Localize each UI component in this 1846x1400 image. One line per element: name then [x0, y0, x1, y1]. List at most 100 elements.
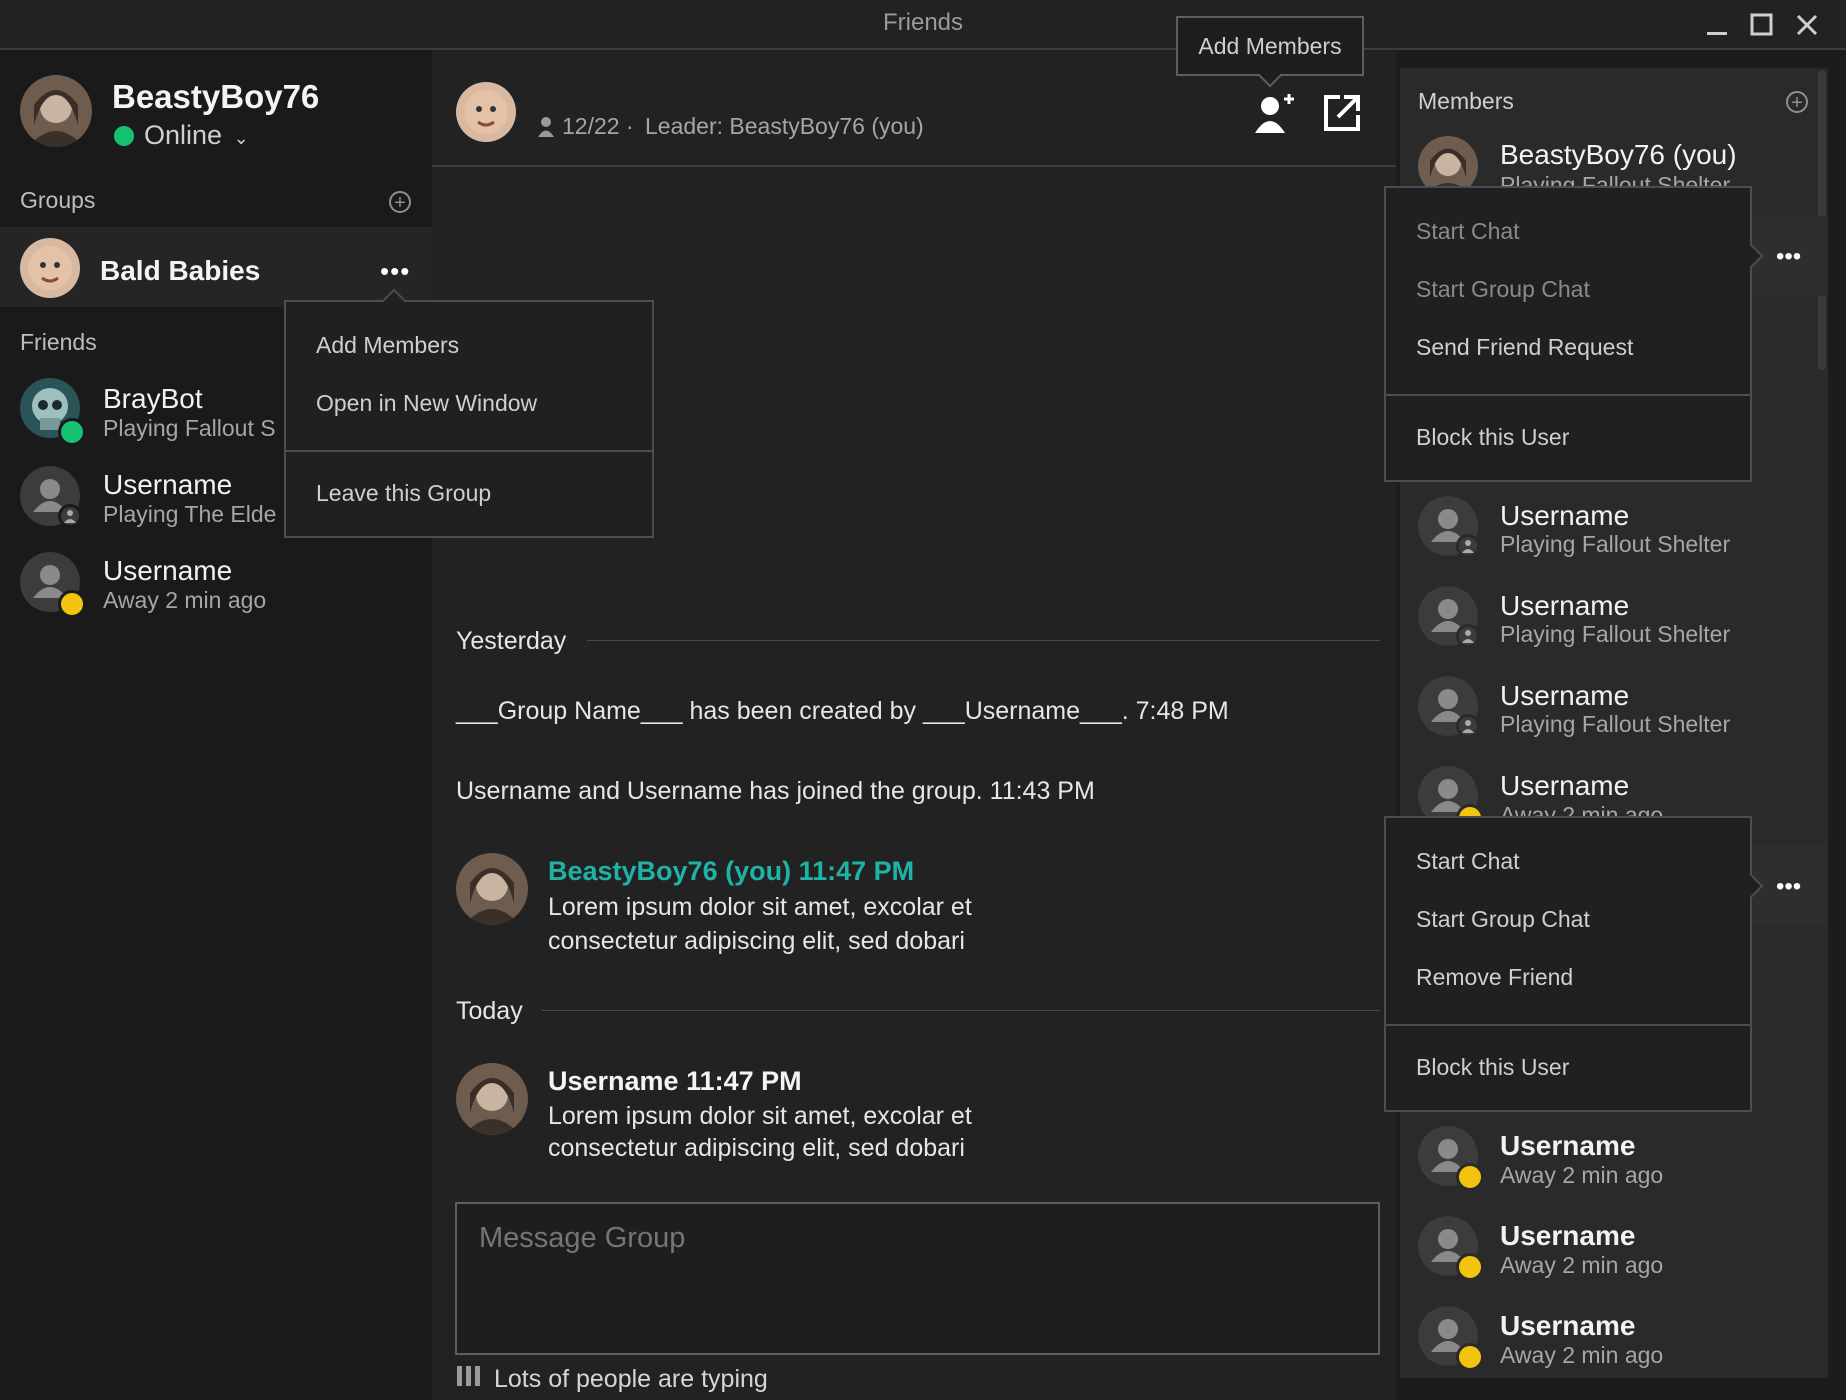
members-label: Members: [1418, 88, 1514, 114]
member-status-clip: Playing Fallout Shelter: [1400, 172, 1818, 186]
more-options-icon[interactable]: •••: [1776, 243, 1801, 271]
day-label-today: Today: [456, 997, 523, 1025]
message-author: BeastyBoy76 (you) 11:47 PM: [548, 856, 915, 886]
baby-photo-icon: [464, 90, 508, 134]
away-status-icon: [1456, 1253, 1484, 1281]
more-options-icon[interactable]: •••: [380, 256, 410, 287]
member-count: 12/22: [562, 113, 620, 139]
chat-group-avatar: [456, 82, 516, 142]
menu-item-open-new-window[interactable]: Open in New Window: [316, 390, 537, 417]
member-status: Playing Fallout Shelter: [1500, 621, 1731, 647]
menu-item-start-group-chat[interactable]: Start Group Chat: [1416, 276, 1590, 303]
tooltip-arrow: [1258, 74, 1282, 88]
member-name: Username: [1500, 680, 1630, 711]
close-button[interactable]: [1792, 10, 1822, 40]
day-divider: [587, 640, 1380, 641]
menu-divider: [1386, 1024, 1750, 1026]
open-new-window-button[interactable]: [1322, 93, 1362, 138]
minimize-button[interactable]: [1702, 10, 1732, 40]
separator-dot: ·: [626, 113, 634, 139]
offline-status-icon: [1456, 624, 1480, 648]
menu-item-start-chat[interactable]: Start Chat: [1416, 848, 1520, 875]
more-options-icon[interactable]: •••: [1776, 873, 1801, 901]
offline-status-icon: [1456, 534, 1480, 558]
add-members-button[interactable]: [1254, 93, 1296, 140]
typing-indicator: Lots of people are typing: [494, 1365, 768, 1393]
group-avatar: [20, 238, 80, 298]
day-divider: [542, 1010, 1380, 1011]
offline-status-icon: [1456, 714, 1480, 738]
message-text: consectetur adipiscing elit, sed dobari: [548, 1134, 965, 1162]
member-name: Username: [1500, 500, 1630, 531]
friends-label: Friends: [20, 329, 97, 355]
member-status: Away 2 min ago: [1500, 1252, 1664, 1278]
member-status: Playing Fallout Shelter: [1500, 172, 1731, 186]
system-message: Username and Username has joined the gro…: [456, 777, 1095, 805]
menu-item-start-group-chat[interactable]: Start Group Chat: [1416, 906, 1590, 933]
menu-item-send-friend-request[interactable]: Send Friend Request: [1416, 334, 1633, 361]
close-icon: [1796, 14, 1818, 36]
menu-item-leave-group[interactable]: Leave this Group: [316, 480, 491, 507]
online-status-icon: [114, 126, 134, 146]
chevron-down-icon: ⌄: [233, 128, 249, 148]
online-status-icon: [58, 418, 86, 446]
message-input[interactable]: [455, 1202, 1380, 1355]
add-group-icon[interactable]: +: [389, 191, 411, 214]
member-status: Away 2 min ago: [1500, 1342, 1664, 1368]
status-selector[interactable]: Online ⌄: [144, 120, 249, 151]
menu-item-add-members[interactable]: Add Members: [316, 332, 459, 359]
add-member-icon[interactable]: +: [1786, 91, 1808, 114]
minimize-icon: [1707, 32, 1727, 35]
window-title: Friends: [882, 9, 964, 36]
maximize-button[interactable]: [1747, 10, 1777, 40]
offline-status-icon: [58, 504, 82, 528]
away-status-icon: [58, 590, 86, 618]
member-status: Playing Fallout Shelter: [1500, 711, 1731, 737]
menu-item-remove-friend[interactable]: Remove Friend: [1416, 964, 1573, 991]
menu-pointer: [1750, 244, 1764, 268]
message-avatar[interactable]: [456, 853, 528, 925]
profile-username: BeastyBoy76: [112, 78, 320, 115]
menu-divider: [286, 450, 652, 452]
profile-avatar[interactable]: [20, 75, 92, 147]
message-text: Lorem ipsum dolor sit amet, excolar et: [548, 893, 972, 921]
menu-item-block-user[interactable]: Block this User: [1416, 1054, 1569, 1081]
member-status: Playing Fallout Shelter: [1500, 531, 1731, 557]
member-context-menu: Start Chat Start Group Chat Remove Frien…: [1384, 816, 1752, 1112]
user-photo-icon: [464, 868, 520, 925]
member-name: Username: [1500, 590, 1630, 621]
friend-name: BrayBot: [103, 383, 203, 414]
message-author: Username 11:47 PM: [548, 1066, 802, 1096]
member-status: Away 2 min ago: [1500, 802, 1664, 816]
typing-indicator-icon: [456, 1366, 482, 1391]
member-name: Username: [1500, 1130, 1636, 1161]
friend-name: Username: [103, 469, 233, 500]
user-photo-icon: [28, 90, 84, 147]
member-context-menu: Start Chat Start Group Chat Send Friend …: [1384, 186, 1752, 482]
member-name: BeastyBoy76 (you): [1500, 139, 1737, 170]
maximize-icon: [1750, 13, 1773, 36]
day-label-yesterday: Yesterday: [456, 627, 567, 655]
menu-pointer: [382, 288, 406, 302]
status-label: Online: [144, 120, 223, 150]
away-status-icon: [1456, 1163, 1484, 1191]
message-text: consectetur adipiscing elit, sed dobari: [548, 927, 965, 955]
message-text: Lorem ipsum dolor sit amet, excolar et: [548, 1102, 972, 1130]
user-photo-icon: [464, 1078, 520, 1135]
menu-pointer: [1750, 874, 1764, 898]
member-name: Username: [1500, 770, 1630, 801]
menu-divider: [1386, 394, 1750, 396]
member-row-partial: Username Away 2 min ago: [1400, 764, 1818, 816]
member-name: Username: [1500, 1220, 1636, 1251]
friend-status: Playing The Elde: [103, 501, 277, 527]
header-divider: [432, 165, 1396, 167]
menu-item-block-user[interactable]: Block this User: [1416, 424, 1569, 451]
menu-item-start-chat[interactable]: Start Chat: [1416, 218, 1520, 245]
groups-label: Groups: [20, 187, 96, 213]
add-user-icon: [1255, 94, 1294, 133]
group-leader: Leader: BeastyBoy76 (you): [645, 113, 924, 139]
friend-status: Away 2 min ago: [103, 587, 267, 613]
system-message: ___Group Name___ has been created by ___…: [456, 697, 1229, 725]
message-avatar[interactable]: [456, 1063, 528, 1135]
group-context-menu: Add Members Open in New Window Leave thi…: [284, 300, 654, 538]
